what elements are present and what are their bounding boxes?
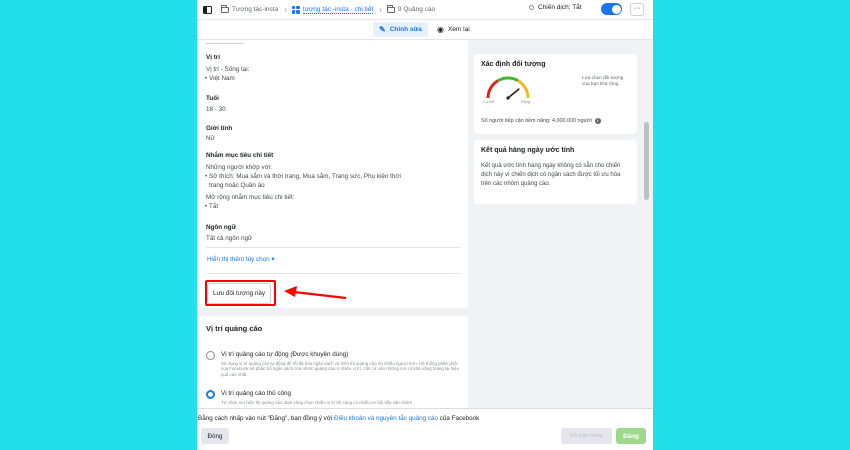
- location-value: Việt Nam: [205, 75, 235, 82]
- detailed-match-text: Những người khớp với:: [206, 164, 272, 171]
- audience-definition-card: Xác định đối tượng Cụ thể Rộng Lựa chọn …: [474, 54, 637, 134]
- scrollbar[interactable]: [644, 122, 649, 200]
- detailed-targeting-label: Nhắm mục tiêu chi tiết: [206, 152, 274, 159]
- more-options-button[interactable]: ···: [630, 3, 644, 16]
- age-value: 18 - 30: [206, 106, 226, 113]
- auto-placement-radio[interactable]: [206, 351, 215, 360]
- show-more-options-link[interactable]: Hiển thị thêm tùy chọn ▾: [207, 256, 275, 263]
- breadcrumb-adset-label: tương tác -insta - chi tiết: [302, 5, 374, 14]
- status-dot-icon: [529, 5, 534, 10]
- tab-edit[interactable]: ✎ Chỉnh sửa: [373, 22, 428, 37]
- sidebar-toggle-icon[interactable]: [203, 5, 212, 14]
- manual-placement-radio[interactable]: [206, 390, 215, 399]
- placements-title: Vị trí quảng cáo: [206, 324, 263, 333]
- consent-suffix: của Facebook: [438, 415, 480, 422]
- gauge-broad-label: Rộng: [521, 100, 531, 104]
- gender-value: Nữ: [206, 135, 215, 142]
- auto-placement-description: Sử dụng vị trí quảng cáo tự động để tối …: [221, 361, 459, 377]
- audience-note: Lựa chọn đối tượng của bạn khá rộng.: [582, 75, 624, 86]
- location-text: Vị trí - Sống tại:: [206, 66, 250, 73]
- divider: [206, 43, 244, 44]
- daily-results-body: Kết quả ước tính hàng ngày không có sẵn …: [481, 163, 621, 187]
- campaign-status: Chiến dịch: Tắt: [529, 4, 582, 11]
- potential-reach-text: Số người tiếp cận tiềm năng: 4.000.000 n…: [481, 118, 592, 124]
- chevron-right-icon: ›: [284, 5, 287, 14]
- manual-placement-label: Vị trí quảng cáo thủ công: [221, 390, 292, 397]
- discard-draft-button[interactable]: Bỏ bản nháp: [561, 428, 612, 444]
- pencil-icon: ✎: [379, 24, 386, 34]
- audience-size-gauge: [486, 76, 530, 100]
- folder-icon: [386, 5, 395, 13]
- interests-line-2: trang hoặc Quần áo: [209, 182, 265, 189]
- info-icon[interactable]: i: [594, 118, 601, 124]
- audience-definition-title: Xác định đối tượng: [481, 61, 546, 68]
- gauge-pivot: [506, 96, 510, 100]
- eye-icon: ◉: [437, 24, 444, 34]
- language-value: Tất cả ngôn ngữ: [206, 235, 253, 242]
- daily-results-title: Kết quả hàng ngày ước tính: [481, 147, 575, 154]
- gauge-specific-label: Cụ thể: [483, 100, 495, 104]
- expand-targeting-label: Mở rộng nhắm mục tiêu chi tiết:: [206, 194, 295, 201]
- campaign-toggle[interactable]: [601, 3, 622, 15]
- top-bar: Tương tác-insta › tương tác -insta - chi…: [197, 0, 653, 20]
- manual-placement-description: Tự chọn nơi hiển thị quảng cáo. Bạn càng…: [221, 400, 413, 405]
- location-label: Vị trí: [206, 54, 220, 61]
- mode-bar: ✎ Chỉnh sửa ◉ Xem lại: [197, 20, 653, 40]
- gender-label: Giới tính: [206, 125, 233, 132]
- adset-grid-icon: [291, 5, 300, 14]
- breadcrumb-campaign-label: Tương tác-insta: [232, 6, 279, 13]
- annotation-highlight-box: [205, 280, 276, 306]
- expand-targeting-value: Tắt: [205, 203, 218, 210]
- close-button[interactable]: Đóng: [201, 428, 229, 444]
- tab-edit-label: Chỉnh sửa: [389, 26, 422, 33]
- consent-prefix: Bằng cách nhấp vào nút "Đăng", bạn đồng …: [198, 415, 335, 422]
- divider: [206, 273, 461, 274]
- campaign-status-label: Chiến dịch: Tắt: [538, 4, 582, 11]
- language-label: Ngôn ngữ: [206, 224, 237, 231]
- breadcrumb-adset[interactable]: tương tác -insta - chi tiết: [291, 5, 374, 14]
- terms-link[interactable]: Điều khoản và nguyên tắc quảng cáo: [334, 415, 438, 422]
- publish-button[interactable]: Đăng: [616, 428, 646, 444]
- divider: [206, 247, 461, 248]
- ads-manager-window: Tương tác-insta › tương tác -insta - chi…: [197, 0, 653, 450]
- interests-line-1: Sở thích: Mua sắm và thời trang, Mua sắm…: [205, 173, 401, 180]
- potential-reach: Số người tiếp cận tiềm năng: 4.000.000 n…: [481, 118, 601, 124]
- chevron-right-icon: ›: [379, 5, 382, 14]
- breadcrumb-ads-label: 9 Quảng cáo: [397, 6, 436, 13]
- tab-review[interactable]: ◉ Xem lại: [433, 22, 474, 37]
- gauge-needle: [507, 88, 520, 99]
- footer-bar: Bằng cách nhấp vào nút "Đăng", bạn đồng …: [197, 408, 653, 450]
- audience-targeting-card: Vị trí Vị trí - Sống tại: Việt Nam Tuổi …: [199, 40, 468, 308]
- age-label: Tuổi: [206, 95, 219, 102]
- consent-text: Bằng cách nhấp vào nút "Đăng", bạn đồng …: [198, 415, 479, 422]
- daily-results-card: Kết quả hàng ngày ước tính Kết quả ước t…: [474, 140, 637, 204]
- breadcrumb-ads[interactable]: 9 Quảng cáo: [386, 5, 436, 13]
- tab-review-label: Xem lại: [447, 26, 470, 33]
- folder-icon: [221, 5, 229, 13]
- auto-placement-label: Vị trí quảng cáo tự động (Được khuyên dù…: [221, 351, 349, 358]
- breadcrumb-campaign[interactable]: Tương tác-insta: [221, 5, 279, 13]
